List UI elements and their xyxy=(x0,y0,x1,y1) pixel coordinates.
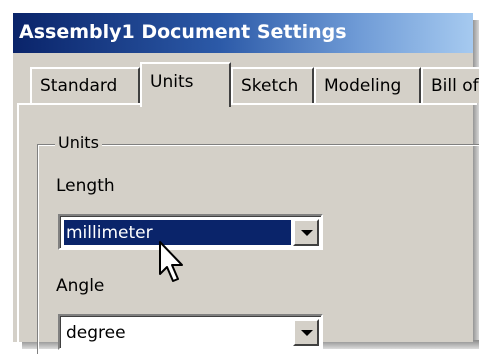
tab-label: Modeling xyxy=(324,76,402,96)
angle-select-value: degree xyxy=(66,323,126,343)
angle-select-frame: degree xyxy=(60,316,321,348)
tab-bill-of[interactable]: Bill of xyxy=(421,67,479,103)
length-label: Length xyxy=(56,176,115,196)
length-dropdown-button[interactable] xyxy=(293,219,319,246)
dialog-title: Assembly1 Document Settings xyxy=(19,21,347,43)
angle-label: Angle xyxy=(56,276,105,296)
tab-sketch[interactable]: Sketch xyxy=(231,67,314,103)
tab-standard[interactable]: Standard xyxy=(30,67,140,103)
angle-dropdown-button[interactable] xyxy=(293,319,319,346)
mouse-pointer-icon xyxy=(158,240,188,286)
title-bar[interactable]: Assembly1 Document Settings xyxy=(13,13,473,53)
tab-modeling[interactable]: Modeling xyxy=(314,67,421,103)
angle-select[interactable]: degree xyxy=(58,314,323,350)
length-select-frame: millimeter xyxy=(60,216,321,248)
chevron-down-icon xyxy=(301,230,313,236)
units-group-legend: Units xyxy=(55,133,102,152)
tab-units[interactable]: Units xyxy=(140,62,231,107)
chevron-down-icon xyxy=(301,330,313,336)
tab-label: Sketch xyxy=(241,76,299,96)
tab-label: Bill of xyxy=(431,76,479,96)
length-select[interactable]: millimeter xyxy=(58,214,323,250)
tab-label: Standard xyxy=(40,76,118,96)
tab-label: Units xyxy=(150,72,194,92)
